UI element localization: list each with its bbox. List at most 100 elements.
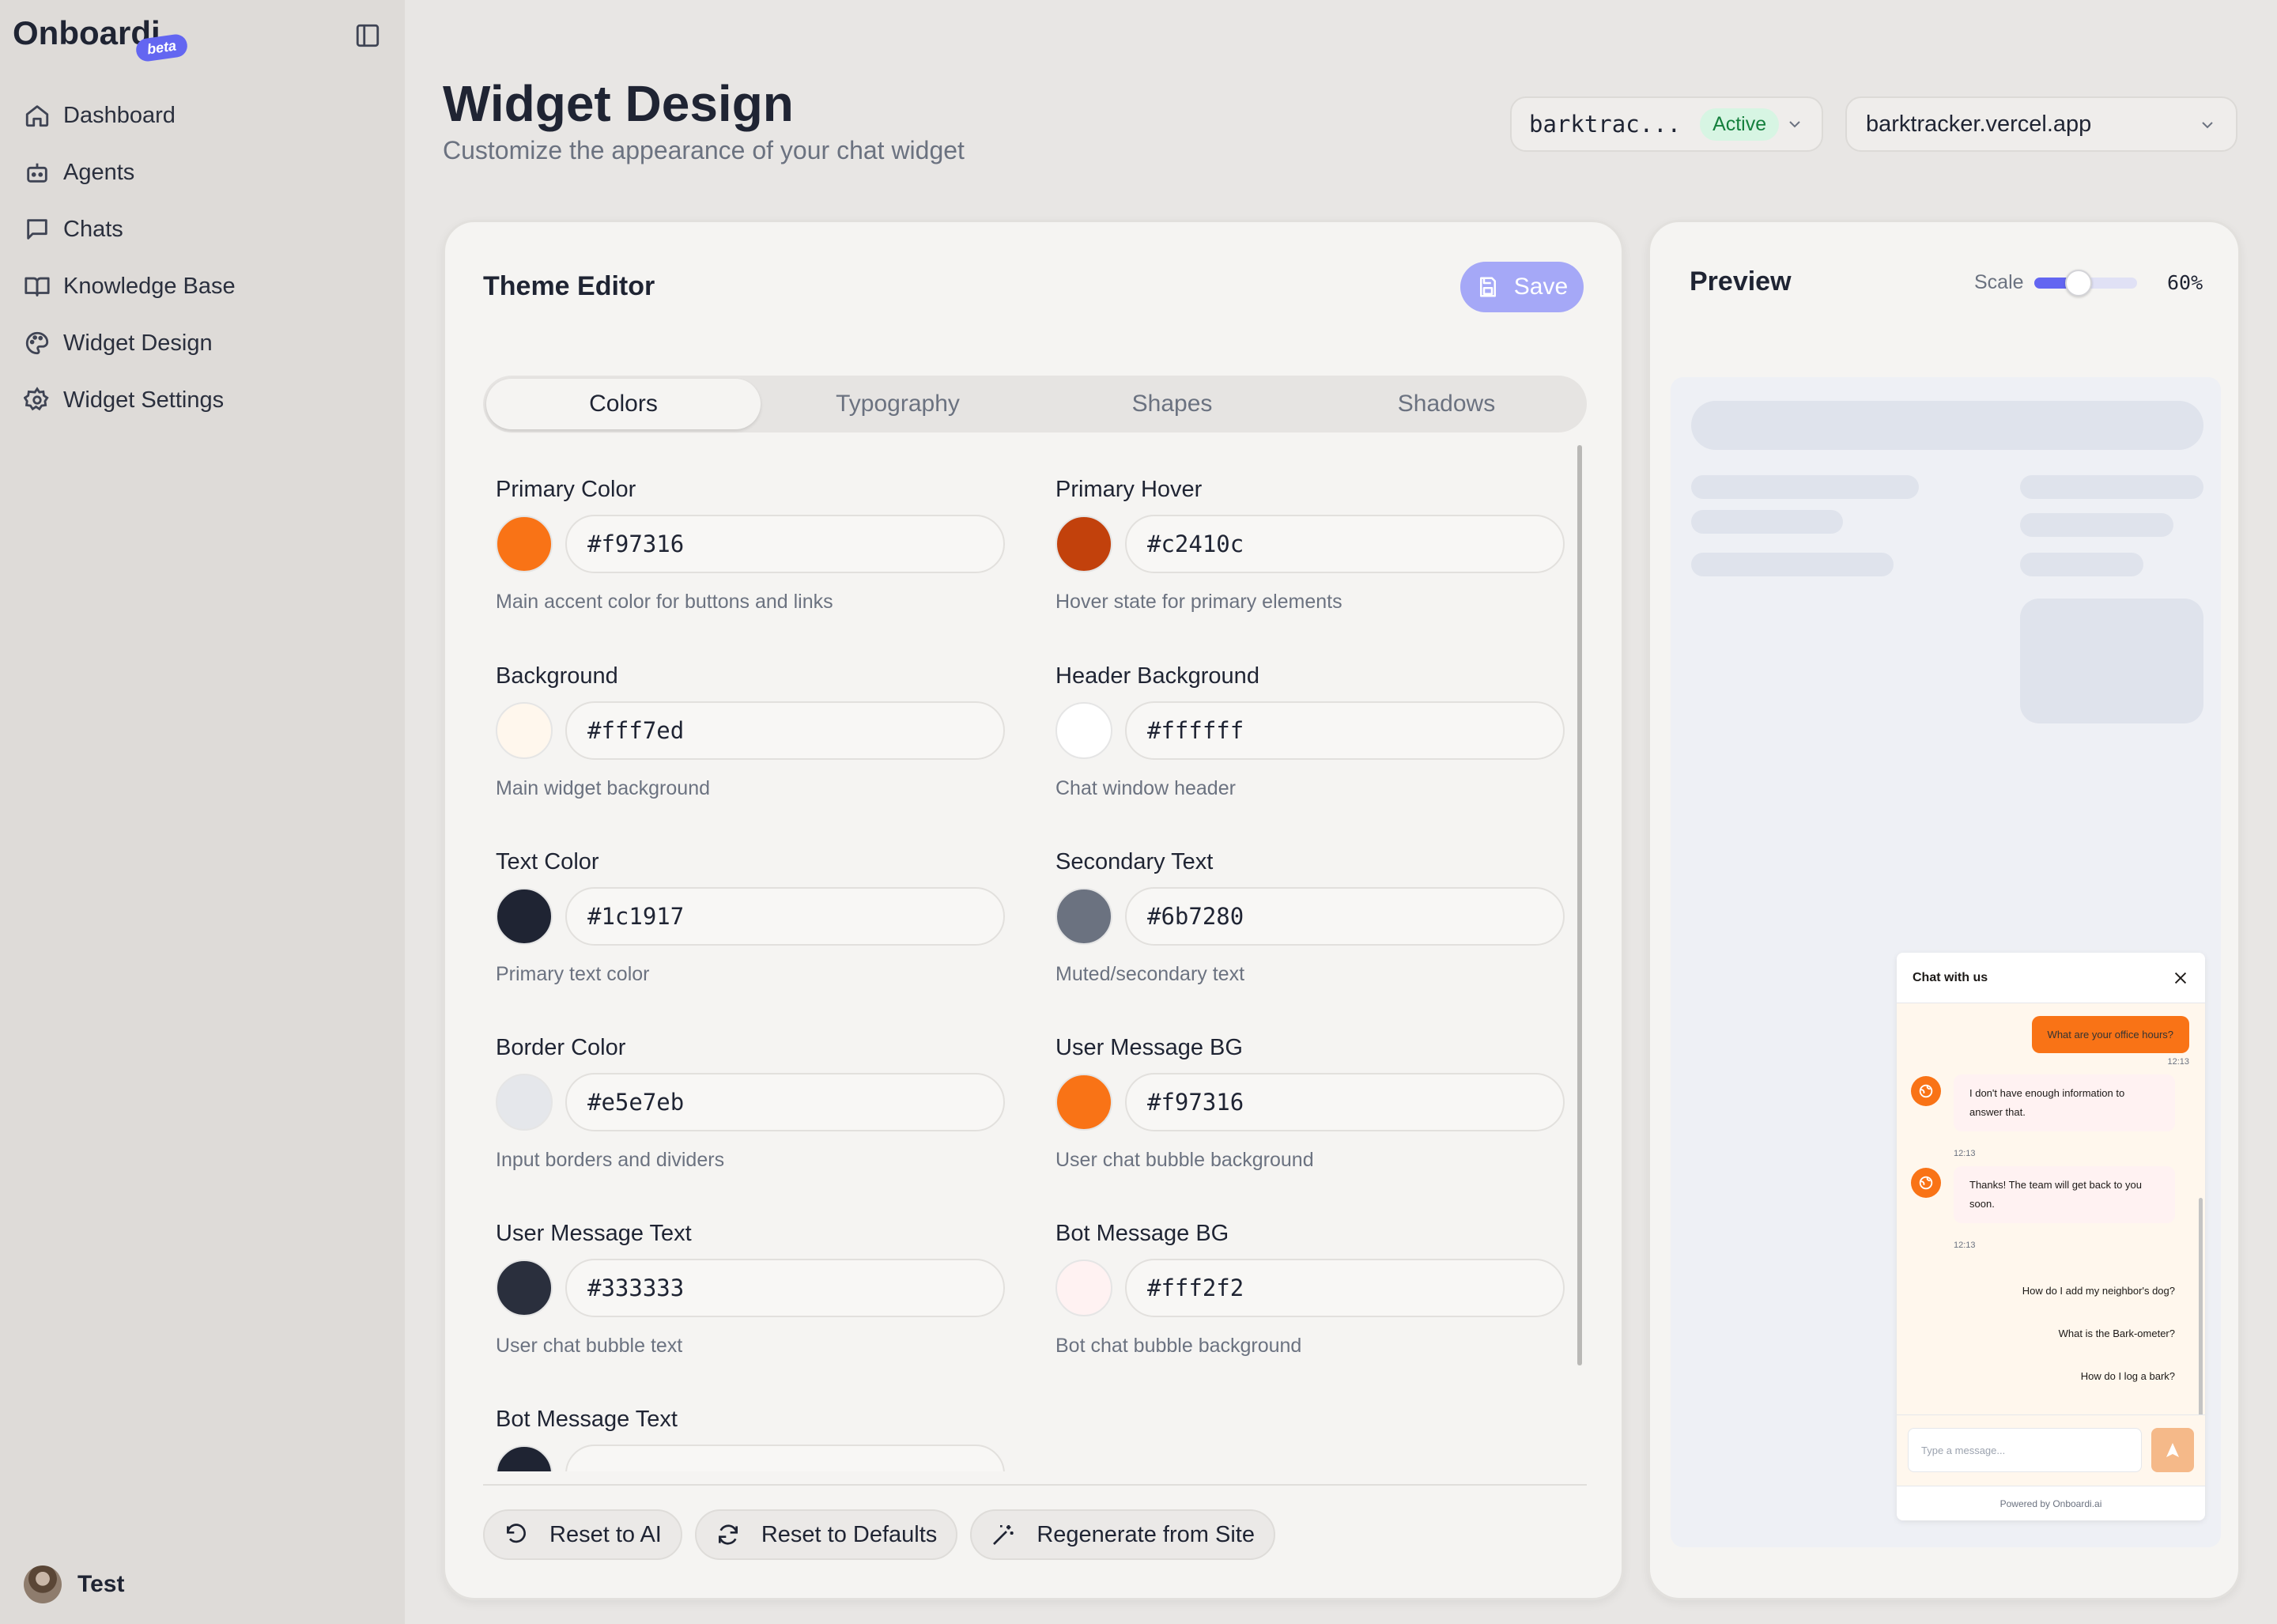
message-time: 12:13 xyxy=(1954,1149,1976,1158)
color-swatch[interactable] xyxy=(496,702,553,759)
powered-by: Powered by Onboardi.ai xyxy=(1897,1486,2205,1520)
chat-scrollbar[interactable] xyxy=(2199,1198,2203,1419)
hex-input[interactable]: #fff2f2 xyxy=(1125,1259,1565,1317)
scale-slider-thumb[interactable] xyxy=(2065,270,2092,296)
hex-input[interactable]: #f97316 xyxy=(1125,1073,1565,1131)
skeleton-line xyxy=(2020,513,2173,537)
color-swatch[interactable] xyxy=(496,888,553,945)
preview-title: Preview xyxy=(1690,266,1792,296)
field-background: Background #fff7ed Main widget backgroun… xyxy=(496,663,1005,821)
field-label: User Message BG xyxy=(1055,1035,1243,1060)
skeleton-line xyxy=(1691,510,1843,534)
hex-input[interactable]: #1c1917 xyxy=(565,887,1005,946)
sidebar-item-knowledge-base[interactable]: Knowledge Base xyxy=(24,258,236,315)
scale-value: 60% xyxy=(2167,271,2203,294)
globe-icon xyxy=(1919,1176,1933,1190)
sidebar-toggle-icon[interactable] xyxy=(354,22,381,49)
sidebar-nav: Dashboard Agents Chats Knowledge Base Wi… xyxy=(24,87,236,429)
palette-icon xyxy=(24,330,51,357)
field-bot-message-text: Bot Message Text xyxy=(496,1407,1049,1471)
regenerate-from-site-button[interactable]: Regenerate from Site xyxy=(970,1509,1275,1560)
tab-typography[interactable]: Typography xyxy=(761,379,1035,429)
hex-input[interactable]: #333333 xyxy=(565,1259,1005,1317)
skeleton-bar xyxy=(1691,401,2203,450)
close-icon[interactable] xyxy=(2172,969,2189,987)
field-header-background: Header Background #ffffff Chat window he… xyxy=(1055,663,1565,821)
field-primary-color: Primary Color #f97316 Main accent color … xyxy=(496,477,1005,635)
suggestion-chip[interactable]: What is the Bark-ometer? xyxy=(2059,1328,2175,1339)
magic-wand-icon xyxy=(993,1525,1014,1545)
color-swatch[interactable] xyxy=(496,516,553,572)
field-label: Primary Color xyxy=(496,477,636,502)
sidebar-item-dashboard[interactable]: Dashboard xyxy=(24,87,236,144)
message-time: 12:13 xyxy=(1954,1241,1976,1250)
field-user-message-text: User Message Text #333333 User chat bubb… xyxy=(496,1221,1005,1362)
scrollbar-thumb[interactable] xyxy=(1577,445,1582,1365)
sidebar-item-label: Knowledge Base xyxy=(63,273,236,299)
field-label: Primary Hover xyxy=(1055,477,1203,502)
color-swatch[interactable] xyxy=(1055,516,1112,572)
tab-shapes[interactable]: Shapes xyxy=(1035,379,1309,429)
field-border-color: Border Color #e5e7eb Input borders and d… xyxy=(496,1035,1005,1193)
sidebar-item-label: Agents xyxy=(63,159,135,185)
site-select[interactable]: barktracker.vercel.app xyxy=(1845,96,2237,152)
status-badge: Active xyxy=(1700,108,1780,141)
sidebar-item-widget-design[interactable]: Widget Design xyxy=(24,315,236,372)
hex-input[interactable] xyxy=(565,1445,1005,1471)
page-title: Widget Design xyxy=(443,75,794,132)
color-swatch[interactable] xyxy=(1055,1074,1112,1131)
chevron-down-icon xyxy=(1785,115,1804,134)
chat-widget: Chat with us What are your office hours?… xyxy=(1897,953,2205,1520)
bot-avatar xyxy=(1911,1076,1941,1106)
field-label: Text Color xyxy=(496,849,599,874)
agent-select[interactable]: barktrac... Active xyxy=(1510,96,1823,152)
color-swatch[interactable] xyxy=(496,1260,553,1316)
hex-input[interactable]: #f97316 xyxy=(565,515,1005,573)
hex-input[interactable]: #fff7ed xyxy=(565,701,1005,760)
field-label: Bot Message BG xyxy=(1055,1221,1229,1246)
reset-to-defaults-button[interactable]: Reset to Defaults xyxy=(694,1509,958,1560)
suggestion-chip[interactable]: How do I log a bark? xyxy=(2081,1370,2175,1382)
field-help: Input borders and dividers xyxy=(496,1149,725,1171)
sidebar-item-widget-settings[interactable]: Widget Settings xyxy=(24,372,236,429)
chat-input[interactable]: Type a message... xyxy=(1908,1428,2142,1472)
field-label: Header Background xyxy=(1055,663,1259,689)
scale-slider[interactable] xyxy=(2034,270,2137,296)
globe-icon xyxy=(1919,1084,1933,1098)
field-secondary-text: Secondary Text #6b7280 Muted/secondary t… xyxy=(1055,849,1565,1007)
field-label: Border Color xyxy=(496,1035,626,1060)
color-swatch[interactable] xyxy=(1055,1260,1112,1316)
preview-stage: Chat with us What are your office hours?… xyxy=(1671,377,2221,1547)
suggestion-chip[interactable]: How do I add my neighbor's dog? xyxy=(2022,1285,2175,1297)
agent-select-value: barktrac... xyxy=(1529,111,1682,138)
action-label: Reset to AI xyxy=(549,1521,662,1547)
theme-tabs: Colors Typography Shapes Shadows xyxy=(483,376,1587,432)
save-button[interactable]: Save xyxy=(1460,262,1584,312)
sidebar-item-agents[interactable]: Agents xyxy=(24,144,236,201)
chat-header: Chat with us xyxy=(1897,953,2205,1003)
hex-input[interactable]: #e5e7eb xyxy=(565,1073,1005,1131)
send-button[interactable] xyxy=(2151,1428,2194,1472)
field-help: Primary text color xyxy=(496,963,650,985)
sidebar-item-chats[interactable]: Chats xyxy=(24,201,236,258)
tab-colors[interactable]: Colors xyxy=(486,379,761,429)
color-swatch[interactable] xyxy=(496,1074,553,1131)
editor-actions: Reset to AI Reset to Defaults Regenerate… xyxy=(483,1509,1288,1560)
field-help: Bot chat bubble background xyxy=(1055,1335,1302,1357)
sidebar-item-label: Chats xyxy=(63,216,123,242)
hex-input[interactable]: #6b7280 xyxy=(1125,887,1565,946)
color-swatch[interactable] xyxy=(1055,702,1112,759)
sidebar: Onboardi beta Dashboard Agents Chats Kno… xyxy=(0,0,405,1624)
bot-message: I don't have enough information to answe… xyxy=(1954,1074,2175,1131)
reset-to-ai-button[interactable]: Reset to AI xyxy=(483,1509,682,1560)
color-swatch[interactable] xyxy=(496,1445,553,1471)
color-swatch[interactable] xyxy=(1055,888,1112,945)
site-select-value: barktracker.vercel.app xyxy=(1866,111,2092,137)
user-menu[interactable]: Test xyxy=(24,1565,124,1603)
tab-shadows[interactable]: Shadows xyxy=(1309,379,1584,429)
hex-input[interactable]: #ffffff xyxy=(1125,701,1565,760)
send-icon xyxy=(2166,1443,2179,1457)
skeleton-card xyxy=(2020,599,2203,723)
theme-editor-title: Theme Editor xyxy=(483,271,655,301)
hex-input[interactable]: #c2410c xyxy=(1125,515,1565,573)
